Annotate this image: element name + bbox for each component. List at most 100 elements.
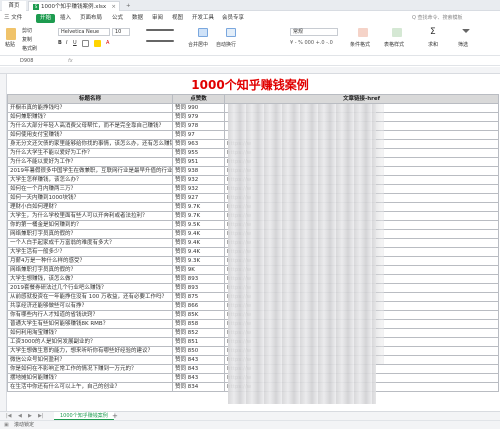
cell-title[interactable]: 为什么大部分年轻人高消费父母帮忙，而不是完全靠自己赚钱？ <box>7 121 173 131</box>
cell-title[interactable]: 在生活中你还有什么可以上午，自己的创业？ <box>7 382 173 392</box>
cell-title[interactable]: 网络兼职打字员真的假的？ <box>7 229 173 239</box>
cell-likes[interactable]: 赞同 843 <box>172 373 225 383</box>
header-title[interactable]: 标题名称 <box>7 94 173 104</box>
cell-likes[interactable]: 赞同 893 <box>172 283 225 293</box>
filter-label[interactable]: 筛选 <box>458 42 468 49</box>
new-tab-icon[interactable]: + <box>122 1 132 11</box>
border-icon[interactable] <box>82 40 89 47</box>
cell-likes[interactable]: 赞同 9.4K <box>172 247 225 257</box>
tab-document[interactable]: S 1000个知乎赚钱案例.xlsx × <box>28 1 120 11</box>
cell-likes[interactable]: 赞同 852 <box>172 328 225 338</box>
bold-icon[interactable]: B <box>58 40 62 47</box>
cell-title[interactable]: 如何使用支付宝赚钱？ <box>7 130 173 140</box>
auto-wrap-icon[interactable] <box>226 28 236 37</box>
menu-file[interactable]: 三 文件 <box>4 14 22 23</box>
name-box[interactable]: D908 <box>20 58 60 65</box>
align-top-icon[interactable] <box>146 29 174 31</box>
cell-title[interactable]: 如何利用淘宝赚钱？ <box>7 328 173 338</box>
cell-likes[interactable]: 赞同 955 <box>172 148 225 158</box>
first-sheet-icon[interactable]: |◀ <box>6 413 12 420</box>
cell-likes[interactable]: 赞同 9.3K <box>172 256 225 266</box>
cell-title[interactable]: 如何兼职赚钱？ <box>7 112 173 122</box>
number-format-select[interactable]: 常规 <box>290 28 338 36</box>
header-link[interactable]: 文章链接-href <box>224 94 499 104</box>
cell-likes[interactable]: 赞同 85K <box>172 310 225 320</box>
cell-likes[interactable]: 赞同 9K <box>172 265 225 275</box>
fx-icon[interactable]: fx <box>68 58 73 65</box>
cell-title[interactable]: 2019套餐券研法过几个行业吧么赚钱？ <box>7 283 173 293</box>
sum-icon[interactable]: Σ <box>430 28 436 37</box>
cell-likes[interactable]: 赞同 875 <box>172 292 225 302</box>
menu-review[interactable]: 审阅 <box>152 14 163 23</box>
font-size-select[interactable]: 10 <box>112 28 130 36</box>
cell-likes[interactable]: 赞同 978 <box>172 121 225 131</box>
menu-start[interactable]: 开始 <box>36 14 56 23</box>
cell-likes[interactable]: 赞同 9.4K <box>172 229 225 239</box>
cell-likes[interactable]: 赞同 927 <box>172 193 225 203</box>
menu-data[interactable]: 数据 <box>132 14 143 23</box>
cell-likes[interactable]: 赞同 932 <box>172 184 225 194</box>
cell-title[interactable]: 开橱币真的能挣钱吗？ <box>7 103 173 113</box>
conditional-format-icon[interactable] <box>358 28 368 37</box>
cell-title[interactable]: 大学生想赚钱，该怎么做？ <box>7 274 173 284</box>
cell-title[interactable]: 理财小白如何理财？ <box>7 202 173 212</box>
cell-title[interactable]: 摆地摊如何能赚钱？ <box>7 373 173 383</box>
cell-likes[interactable]: 赞同 9.7K <box>172 202 225 212</box>
cell-title[interactable]: 网络兼职打字员真的假的？ <box>7 265 173 275</box>
menu-page-layout[interactable]: 页面布局 <box>80 14 102 23</box>
cell-likes[interactable]: 赞同 938 <box>172 166 225 176</box>
cell-likes[interactable]: 赞同 858 <box>172 319 225 329</box>
sum-label[interactable]: 求和 <box>428 42 438 49</box>
menu-formula[interactable]: 公式 <box>112 14 123 23</box>
header-likes[interactable]: 点赞数 <box>172 94 225 104</box>
cut-button[interactable]: 剪切 <box>22 28 32 35</box>
menu-insert[interactable]: 插入 <box>60 14 71 23</box>
cell-likes[interactable]: 赞同 97 <box>172 130 225 140</box>
cell-title[interactable]: 月薪4万是一种什么样的感受？ <box>7 256 173 266</box>
fill-color-icon[interactable] <box>94 40 101 47</box>
format-painter-button[interactable]: 格式刷 <box>22 46 37 53</box>
cell-title[interactable]: 微信公众号如何盈利？ <box>7 355 173 365</box>
conditional-format-label[interactable]: 条件格式 <box>350 42 370 49</box>
table-style-label[interactable]: 表格样式 <box>384 42 404 49</box>
cell-likes[interactable]: 赞同 893 <box>172 274 225 284</box>
table-style-icon[interactable] <box>392 28 402 37</box>
cell-title[interactable]: 如何在一个月内赚两三万？ <box>7 184 173 194</box>
cell-likes[interactable]: 赞同 850 <box>172 346 225 356</box>
next-sheet-icon[interactable]: ▶ <box>28 413 32 420</box>
cell-likes[interactable]: 赞同 9.5K <box>172 220 225 230</box>
cell-likes[interactable]: 赞同 834 <box>172 382 225 392</box>
cell-title[interactable]: 大学生怎样赚钱，该怎么办？ <box>7 175 173 185</box>
cell-likes[interactable]: 赞同 979 <box>172 112 225 122</box>
cell-title[interactable]: 大学生想做生意的能力，想来听听你有哪些好经验的建议？ <box>7 346 173 356</box>
prev-sheet-icon[interactable]: ◀ <box>18 413 22 420</box>
paste-icon[interactable] <box>6 28 16 40</box>
cell-likes[interactable]: 赞同 851 <box>172 337 225 347</box>
merge-center-icon[interactable] <box>198 28 208 37</box>
cell-title[interactable]: 2019年暑假很多中国学生在做兼职，互联网行业是最早升值的行业？ <box>7 166 173 176</box>
number-format-buttons[interactable]: ¥ - % 000 +.0 -.0 <box>290 40 333 47</box>
cell-title[interactable]: 你是如何在不影响正常工作的情况下赚到一万元的？ <box>7 364 173 374</box>
align-center-icon[interactable] <box>146 40 174 42</box>
cell-likes[interactable]: 赞同 951 <box>172 157 225 167</box>
cell-title[interactable]: 共享经济还能够做些可以有挣？ <box>7 301 173 311</box>
cell-title[interactable]: 为什么不能以爱好为工作？ <box>7 157 173 167</box>
cell-title[interactable]: 如何一天内赚到1000块钱？ <box>7 193 173 203</box>
cell-title[interactable]: 大学生活有一般多少？ <box>7 247 173 257</box>
close-tab-icon[interactable]: × <box>111 2 116 12</box>
merge-center-label[interactable]: 合并居中 <box>188 42 208 49</box>
last-sheet-icon[interactable]: ▶| <box>38 413 44 420</box>
cell-title[interactable]: 身无分文还欠债的家里能够给你找的事情，该怎么办，还有怎么赚钱？ <box>7 139 173 149</box>
cell-likes[interactable]: 赞同 9.4K <box>172 238 225 248</box>
copy-button[interactable]: 复制 <box>22 37 32 44</box>
cell-likes[interactable]: 赞同 866 <box>172 301 225 311</box>
font-name-select[interactable]: Helvetica Neue <box>58 28 110 36</box>
cell-title[interactable]: 一个人白手起家成千万富翁的难度有多大？ <box>7 238 173 248</box>
underline-icon[interactable]: U <box>73 40 77 47</box>
cell-title[interactable]: 为什么大学生不能以爱好为工作？ <box>7 148 173 158</box>
cell-likes[interactable]: 赞同 9.7K <box>172 211 225 221</box>
cell-title[interactable]: 普通大学生有些如何能够赚钱8K RMB？ <box>7 319 173 329</box>
cell-likes[interactable]: 赞同 932 <box>172 175 225 185</box>
cell-title[interactable]: 你的第一桶金是如何赚到的？ <box>7 220 173 230</box>
cell-likes[interactable]: 赞同 843 <box>172 364 225 374</box>
